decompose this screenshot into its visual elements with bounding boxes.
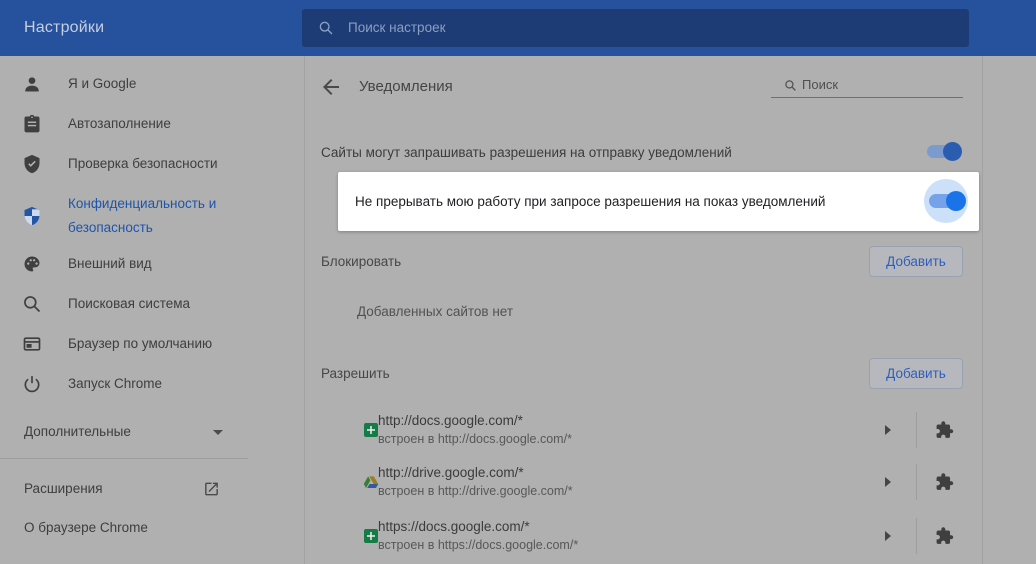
sidebar-item-appearance[interactable]: Внешний вид xyxy=(0,244,304,284)
permission-toggle[interactable] xyxy=(927,142,962,161)
permission-row-label: Сайты могут запрашивать разрешения на от… xyxy=(321,144,732,160)
expand-arrow-icon[interactable] xyxy=(885,477,891,487)
power-icon xyxy=(24,376,40,393)
sidebar-item-default-browser[interactable]: Браузер по умолчанию xyxy=(0,324,304,364)
main-content: Уведомления Поиск Сайты могут запрашиват… xyxy=(304,56,983,564)
sidebar-item-advanced[interactable]: Дополнительные xyxy=(0,412,304,452)
settings-search-input[interactable]: Поиск настроек xyxy=(302,9,969,47)
safety-check-icon xyxy=(24,154,40,174)
chevron-down-icon xyxy=(213,430,223,435)
settings-search-placeholder: Поиск настроек xyxy=(348,20,446,35)
sidebar-item-you-and-google[interactable]: Я и Google xyxy=(0,64,304,104)
allow-section-label: Разрешить xyxy=(321,366,390,381)
expand-arrow-icon[interactable] xyxy=(885,425,891,435)
sidebar: Я и Google Автозаполнение Проверка безоп… xyxy=(0,56,304,564)
site-detail: встроен в https://docs.google.com/* xyxy=(378,538,579,552)
page-search-input[interactable]: Поиск xyxy=(771,74,963,98)
site-detail: встроен в http://drive.google.com/* xyxy=(378,484,573,498)
sidebar-item-search-engine[interactable]: Поисковая система xyxy=(0,284,304,324)
site-row: http://docs.google.com/* встроен в http:… xyxy=(305,404,984,456)
quieter-messaging-toggle[interactable] xyxy=(924,179,968,223)
toolbar: Настройки Поиск настроек xyxy=(0,0,1036,56)
site-row: https://docs.google.com/* встроен в http… xyxy=(305,510,984,562)
sheets-icon xyxy=(364,423,378,437)
toggle-thumb xyxy=(943,142,962,161)
sidebar-item-autofill[interactable]: Автозаполнение xyxy=(0,104,304,144)
quieter-messaging-label: Не прерывать мою работу при запросе разр… xyxy=(355,194,826,209)
extension-puzzle-icon[interactable] xyxy=(935,473,954,492)
search-icon xyxy=(319,21,333,35)
chrome-settings-window: Настройки Поиск настроек Я и Google Авто… xyxy=(0,0,1036,564)
person-icon xyxy=(25,77,39,92)
scrollbar-track[interactable] xyxy=(984,56,1036,564)
open-in-new-icon xyxy=(205,482,218,496)
back-arrow-icon[interactable] xyxy=(319,75,343,99)
sidebar-item-extensions[interactable]: Расширения xyxy=(0,469,304,509)
site-url: http://docs.google.com/* xyxy=(378,413,523,428)
row-separator xyxy=(916,464,917,500)
page-title: Уведомления xyxy=(359,78,453,95)
autofill-icon xyxy=(24,114,40,133)
allow-add-button[interactable]: Добавить xyxy=(869,358,963,389)
block-empty-text: Добавленных сайтов нет xyxy=(357,303,514,319)
sidebar-item-about-chrome[interactable]: О браузере Chrome xyxy=(0,508,304,548)
extension-puzzle-icon[interactable] xyxy=(935,421,954,440)
sheets-icon xyxy=(364,529,378,543)
extension-puzzle-icon[interactable] xyxy=(935,527,954,546)
row-separator xyxy=(916,412,917,448)
browser-icon xyxy=(23,337,41,351)
site-row: http://drive.google.com/* встроен в http… xyxy=(305,456,984,508)
expand-arrow-icon[interactable] xyxy=(885,531,891,541)
quieter-messaging-row: Не прерывать мою работу при запросе разр… xyxy=(338,172,979,231)
drive-icon xyxy=(363,476,379,488)
privacy-shield-icon xyxy=(24,206,40,226)
block-section-label: Блокировать xyxy=(321,254,402,269)
search-icon xyxy=(24,296,41,313)
row-separator xyxy=(916,518,917,554)
search-icon xyxy=(785,80,796,91)
sidebar-item-on-startup[interactable]: Запуск Chrome xyxy=(0,364,304,404)
site-detail: встроен в http://docs.google.com/* xyxy=(378,432,572,446)
toggle-thumb xyxy=(946,191,966,211)
sidebar-item-privacy-security[interactable]: Конфиденциальность и безопасность xyxy=(0,188,304,244)
sidebar-divider xyxy=(0,458,248,459)
block-add-button[interactable]: Добавить xyxy=(869,246,963,277)
site-url: http://drive.google.com/* xyxy=(378,465,524,480)
app-title: Настройки xyxy=(24,19,105,36)
page-search-placeholder: Поиск xyxy=(802,77,839,92)
palette-icon xyxy=(24,256,40,272)
site-url: https://docs.google.com/* xyxy=(378,519,530,534)
sidebar-item-safety-check[interactable]: Проверка безопасности xyxy=(0,144,304,184)
